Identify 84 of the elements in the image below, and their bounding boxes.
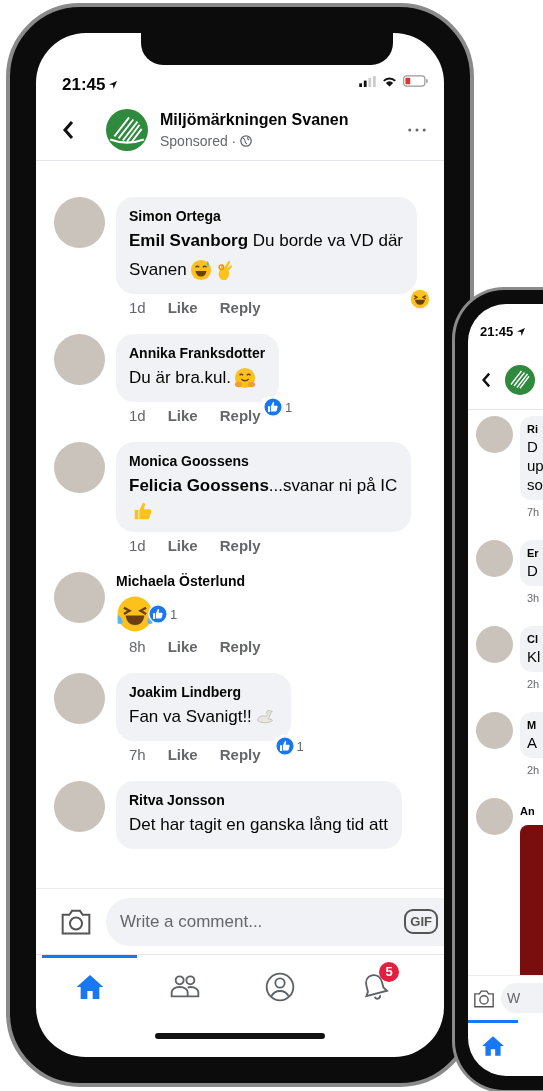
thumbs-up-emoji-icon xyxy=(132,500,154,522)
avatar xyxy=(54,334,105,385)
battery-icon xyxy=(403,75,428,87)
page-name[interactable]: Miljömärkningen Svanen xyxy=(160,110,408,129)
avatar xyxy=(54,572,105,623)
comment-text: Emil Svanborg Du borde va VD där xyxy=(129,230,403,252)
comment-author[interactable]: An xyxy=(520,804,543,819)
like-reaction-icon xyxy=(148,604,168,624)
comment-author[interactable]: Monica Goossens xyxy=(129,452,398,471)
comment-text: Felicia Goossens...svanar ni på IC xyxy=(129,475,398,497)
reply-link[interactable]: Reply xyxy=(219,638,261,655)
comment-text: Kl xyxy=(527,647,542,666)
tears-of-joy-emoji-icon xyxy=(116,595,154,633)
avatar xyxy=(476,540,513,577)
comment-author[interactable]: Joakim Lindberg xyxy=(129,683,277,702)
reply-link[interactable]: Reply xyxy=(219,407,261,424)
hugging-emoji-icon xyxy=(234,366,257,389)
reaction-count: 1 xyxy=(296,738,304,754)
comment-time: 1d xyxy=(129,537,146,554)
avatar xyxy=(476,798,513,835)
signal-icon xyxy=(359,75,376,87)
avatar xyxy=(476,416,513,453)
comment-text: D xyxy=(527,437,539,456)
reply-link[interactable]: Reply xyxy=(219,537,261,554)
comment-time: 1d xyxy=(129,407,146,424)
comment-author[interactable]: Cl xyxy=(527,632,543,647)
status-time: 21:45 xyxy=(62,75,106,95)
comment-text: Fan va Svanigt!! xyxy=(129,706,252,728)
comment-time: 2h xyxy=(526,677,541,690)
swan-logo-icon xyxy=(106,108,148,151)
gif-button[interactable]: GIF xyxy=(404,909,438,934)
comment-text: Svanen xyxy=(129,259,187,281)
comment-text: A xyxy=(527,733,538,752)
comment-text: so xyxy=(527,475,543,494)
comment-text: Det har tagit en ganska lång tid att xyxy=(129,814,388,836)
comment-text: up xyxy=(527,456,543,475)
location-arrow-icon xyxy=(516,326,527,337)
location-arrow-icon xyxy=(108,80,119,90)
comment-time: 7h xyxy=(526,505,541,518)
comment-time: 8h xyxy=(129,638,146,655)
swan-logo-icon xyxy=(505,364,535,395)
comment-author[interactable]: Simon Ortega xyxy=(129,207,403,226)
avatar xyxy=(54,442,105,493)
profile-icon[interactable] xyxy=(263,970,296,1003)
grinning-sweat-emoji-icon xyxy=(189,258,212,281)
comment-text: Du är bra.kul. xyxy=(129,367,232,389)
comment-author[interactable]: Michaela Österlund xyxy=(116,572,246,591)
back-icon[interactable] xyxy=(481,371,491,388)
like-link[interactable]: Like xyxy=(167,746,198,763)
avatar xyxy=(54,781,105,832)
comment-author[interactable]: M xyxy=(527,718,543,733)
reply-link[interactable]: Reply xyxy=(219,299,261,316)
wifi-icon xyxy=(382,75,397,87)
globe-icon xyxy=(240,134,253,147)
notification-badge: 5 xyxy=(379,962,399,982)
more-icon[interactable] xyxy=(408,127,426,132)
reply-link[interactable]: Reply xyxy=(219,746,261,763)
camera-icon[interactable] xyxy=(473,988,495,1008)
comment-author[interactable]: Er xyxy=(527,546,543,561)
avatar xyxy=(54,197,105,248)
like-link[interactable]: Like xyxy=(167,537,198,554)
comment-author[interactable]: Ri xyxy=(527,422,543,437)
comment-time: 1d xyxy=(129,299,146,316)
tab-button[interactable]: 5 xyxy=(327,955,422,1015)
sponsored-label: Sponsored · xyxy=(160,132,237,149)
avatar xyxy=(476,626,513,663)
comment-field[interactable]: W xyxy=(501,983,543,1013)
reaction-count: 1 xyxy=(284,399,293,415)
comment-author[interactable]: Ritva Jonsson xyxy=(129,791,388,810)
reaction-count: 1 xyxy=(170,606,178,622)
comment-time: 7h xyxy=(129,746,146,763)
like-link[interactable]: Like xyxy=(167,407,198,424)
comment-text: D xyxy=(527,561,539,580)
like-link[interactable]: Like xyxy=(167,638,198,655)
avatar xyxy=(476,712,513,749)
back-icon[interactable] xyxy=(62,119,74,140)
comment-time: 3h xyxy=(526,591,541,604)
avatar xyxy=(54,673,105,724)
camera-icon[interactable] xyxy=(60,908,92,935)
like-link[interactable]: Like xyxy=(167,299,198,316)
comment-time: 2h xyxy=(526,763,541,776)
comment-field[interactable]: Write a comment... GIF xyxy=(106,897,444,946)
status-time: 21:45 xyxy=(480,324,514,339)
comment-author[interactable]: Annika Franksdotter xyxy=(129,344,266,363)
